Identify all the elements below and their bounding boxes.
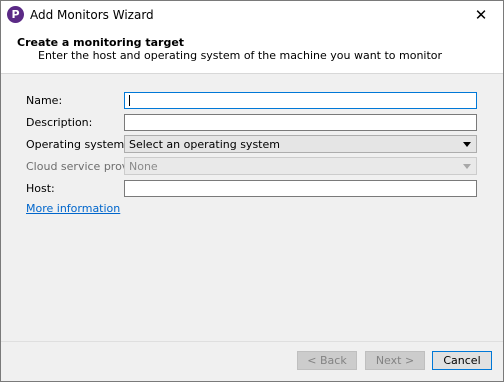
chevron-down-icon [463,142,471,147]
more-information-link[interactable]: More information [26,202,120,215]
name-field[interactable] [124,92,477,109]
description-label: Description: [26,116,93,129]
window-title: Add Monitors Wizard [30,8,154,22]
cloud-provider-select[interactable]: None [124,157,477,175]
description-field[interactable] [124,114,477,131]
name-label: Name: [26,94,63,107]
back-button[interactable]: < Back [297,351,357,370]
operating-system-value: Select an operating system [129,138,280,151]
wizard-window: P Add Monitors Wizard ✕ Create a monitor… [0,0,504,382]
title-bar: P Add Monitors Wizard ✕ [1,1,503,29]
host-field[interactable] [124,180,477,197]
chevron-down-icon [463,164,471,169]
operating-system-label: Operating system: [26,138,128,151]
cloud-provider-value: None [129,160,158,173]
step-subtitle: Enter the host and operating system of t… [38,49,443,62]
app-logo-icon: P [7,6,24,23]
close-icon: ✕ [474,6,488,24]
next-button[interactable]: Next > [365,351,425,370]
close-button[interactable]: ✕ [459,1,503,29]
wizard-header: Create a monitoring target Enter the hos… [1,29,503,74]
step-title: Create a monitoring target [17,36,185,49]
host-label: Host: [26,182,55,195]
operating-system-select[interactable]: Select an operating system [124,135,477,153]
footer-divider [1,341,503,342]
text-caret [129,95,130,106]
cancel-button[interactable]: Cancel [432,351,492,370]
